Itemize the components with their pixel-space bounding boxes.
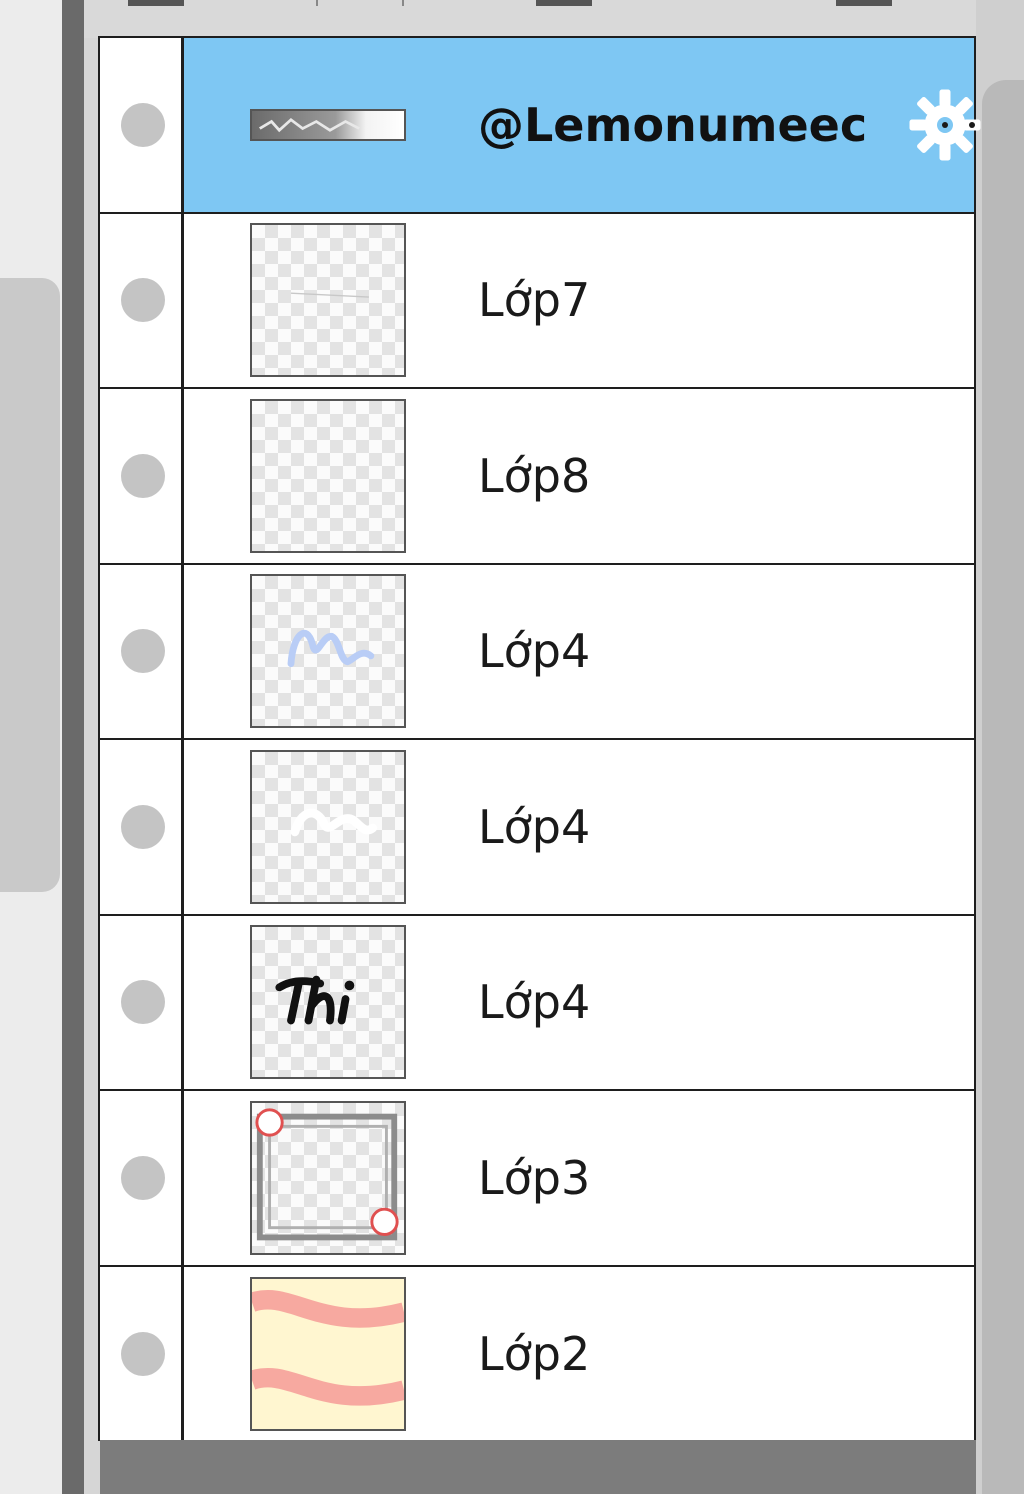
layer-content[interactable]: @Lemonumeec bbox=[184, 38, 981, 212]
toolbar-button-edge[interactable] bbox=[836, 0, 892, 6]
layer-visibility-cell[interactable] bbox=[100, 1266, 184, 1442]
layer-thumbnail bbox=[250, 108, 406, 141]
visibility-dot-icon[interactable] bbox=[121, 804, 165, 849]
visibility-dot-icon[interactable] bbox=[121, 453, 165, 498]
layer-row[interactable]: Lớp3 bbox=[100, 1091, 974, 1267]
layer-visibility-cell[interactable] bbox=[100, 915, 184, 1089]
layer-visibility-cell[interactable] bbox=[100, 38, 184, 212]
gear-icon[interactable] bbox=[904, 84, 986, 166]
layer-list: @Lemonumeec Lớp7 Lớp8 Lớp4 Lớp4 Lớp4 Lớp… bbox=[98, 36, 981, 1443]
layer-name: Lớp4 bbox=[478, 799, 591, 854]
layer-row[interactable]: Lớp4 bbox=[100, 740, 974, 916]
layers-panel-footer bbox=[100, 1440, 976, 1494]
layer-visibility-cell[interactable] bbox=[100, 213, 184, 387]
layer-row[interactable]: Lớp4 bbox=[100, 564, 974, 740]
layer-content[interactable]: Lớp8 bbox=[184, 389, 974, 563]
layer-name: Lớp4 bbox=[478, 975, 591, 1030]
visibility-dot-icon[interactable] bbox=[121, 278, 165, 323]
layer-row[interactable]: Lớp8 bbox=[100, 389, 974, 565]
layer-thumbnail bbox=[250, 925, 406, 1080]
toolbar-divider bbox=[316, 0, 318, 6]
toolbar-divider bbox=[402, 0, 404, 6]
panel-separator bbox=[62, 0, 84, 1494]
layer-content[interactable]: Lớp4 bbox=[184, 916, 974, 1090]
visibility-dot-icon[interactable] bbox=[121, 1332, 165, 1377]
layer-content[interactable]: Lớp2 bbox=[184, 1267, 974, 1443]
layer-row[interactable]: Lớp2 bbox=[100, 1266, 974, 1443]
layers-toolbar-strip bbox=[84, 0, 1024, 38]
toolbar-button-edge[interactable] bbox=[536, 0, 592, 6]
layer-name: @Lemonumeec bbox=[478, 97, 868, 152]
side-panel-tab[interactable] bbox=[0, 278, 60, 892]
layer-name: Lớp7 bbox=[478, 273, 591, 328]
layer-content[interactable]: Lớp4 bbox=[184, 740, 974, 914]
toolbar-button-edge[interactable] bbox=[128, 0, 184, 6]
layer-row[interactable]: Lớp4 bbox=[100, 915, 974, 1091]
layer-name: Lớp3 bbox=[478, 1150, 591, 1205]
layer-content[interactable]: Lớp4 bbox=[184, 565, 974, 739]
layer-name: Lớp4 bbox=[478, 624, 591, 679]
layer-thumbnail bbox=[250, 574, 406, 729]
layer-content[interactable]: Lớp7 bbox=[184, 214, 974, 388]
layer-thumbnail bbox=[250, 749, 406, 904]
visibility-dot-icon[interactable] bbox=[121, 102, 165, 147]
layer-row[interactable]: @Lemonumeec bbox=[100, 38, 981, 214]
layer-name: Lớp8 bbox=[478, 448, 591, 503]
layer-visibility-cell[interactable] bbox=[100, 1091, 184, 1265]
visibility-dot-icon[interactable] bbox=[121, 629, 165, 674]
layer-visibility-cell[interactable] bbox=[100, 389, 184, 563]
layer-name: Lớp2 bbox=[478, 1327, 591, 1382]
layer-thumbnail bbox=[250, 398, 406, 553]
layer-content[interactable]: Lớp3 bbox=[184, 1091, 974, 1265]
layer-row[interactable]: Lớp7 bbox=[100, 213, 974, 389]
layers-panel-screen: @Lemonumeec Lớp7 Lớp8 Lớp4 Lớp4 Lớp4 Lớp… bbox=[0, 0, 1024, 1494]
layer-visibility-cell[interactable] bbox=[100, 564, 184, 738]
layer-side-drawer-tab[interactable] bbox=[982, 80, 1024, 1494]
visibility-dot-icon[interactable] bbox=[121, 1155, 165, 1200]
layer-thumbnail bbox=[250, 1100, 406, 1255]
layer-thumbnail bbox=[250, 223, 406, 378]
layer-thumbnail bbox=[250, 1277, 406, 1432]
layer-visibility-cell[interactable] bbox=[100, 740, 184, 914]
visibility-dot-icon[interactable] bbox=[121, 980, 165, 1025]
